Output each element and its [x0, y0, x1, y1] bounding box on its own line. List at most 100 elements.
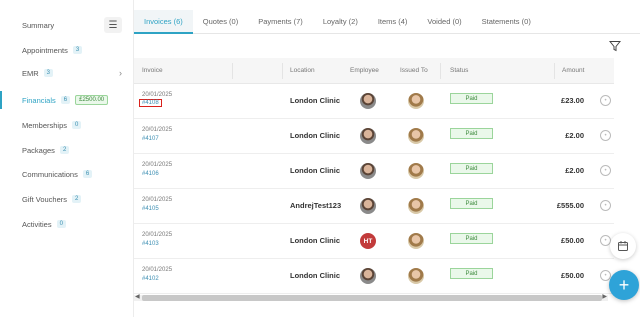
circle-action-icon[interactable]: •	[600, 130, 611, 141]
sidebar-item-activities[interactable]: Activities 0	[0, 215, 134, 233]
sidebar-item-emr[interactable]: EMR 3 ›	[0, 64, 134, 82]
location: London Clinic	[290, 96, 340, 105]
invoice-amount: £50.00	[561, 236, 584, 245]
sidebar-item-label: Communications	[22, 169, 78, 179]
employee-avatar	[360, 163, 376, 179]
hamburger-icon: ☰	[108, 19, 118, 31]
employee-avatar	[360, 128, 376, 144]
invoice-date: 20/01/2025	[142, 232, 173, 238]
invoice-date: 20/01/2025	[142, 267, 173, 273]
employee-avatar	[360, 93, 376, 109]
tab-items[interactable]: Items (4)	[368, 10, 418, 34]
status-badge: Paid	[450, 163, 493, 174]
issued-to-avatar	[408, 93, 424, 109]
invoice-amount: £50.00	[561, 271, 584, 280]
column-header-invoice[interactable]: Invoice	[142, 67, 163, 74]
tab-voided[interactable]: Voided (0)	[417, 10, 471, 34]
column-divider	[282, 63, 283, 79]
tab-statements[interactable]: Statements (0)	[472, 10, 541, 34]
location: London Clinic	[290, 166, 340, 175]
sidebar-item-label: Financials	[22, 95, 56, 105]
status-badge: Paid	[450, 128, 493, 139]
sidebar: Summary ☰ Appointments 3 EMR 3 › Financi…	[0, 0, 134, 317]
column-header-employee[interactable]: Employee	[350, 67, 379, 74]
invoice-date: 20/01/2025	[142, 162, 173, 168]
tab-invoices[interactable]: Invoices (6)	[134, 10, 193, 34]
invoice-amount: £555.00	[556, 201, 584, 210]
sidebar-item-financials[interactable]: Financials 6 £2500.00	[0, 91, 134, 109]
sidebar-item-memberships[interactable]: Memberships 0	[0, 116, 134, 134]
count-badge: 6	[60, 96, 71, 104]
invoice-date: 20/01/2025	[142, 127, 173, 133]
tab-payments[interactable]: Payments (7)	[248, 10, 313, 34]
sidebar-item-label: Summary	[22, 20, 55, 30]
invoice-amount: £23.00	[561, 96, 584, 105]
invoice-number-link[interactable]: #4106	[142, 171, 159, 177]
invoices-table: Invoice Location Employee Issued To Stat…	[134, 58, 614, 295]
location: London Clinic	[290, 236, 340, 245]
status-badge: Paid	[450, 93, 493, 104]
column-divider	[440, 63, 441, 79]
invoice-date: 20/01/2025	[142, 197, 173, 203]
scrollbar-thumb[interactable]	[142, 295, 602, 301]
sidebar-item-label: Memberships	[22, 120, 68, 130]
plus-icon: +	[618, 274, 630, 295]
location: London Clinic	[290, 271, 340, 280]
invoice-number-link[interactable]: #4108	[139, 99, 162, 107]
table-row[interactable]: 20/01/2025 #4105 AndrejTest123 Paid £555…	[134, 189, 614, 224]
invoice-amount: £2.00	[565, 166, 584, 175]
location: AndrejTest123	[290, 201, 342, 210]
tab-quotes[interactable]: Quotes (0)	[193, 10, 248, 34]
issued-to-avatar	[408, 128, 424, 144]
sidebar-item-gift-vouchers[interactable]: Gift Vouchers 2	[0, 190, 134, 208]
invoice-amount: £2.00	[565, 131, 584, 140]
issued-to-avatar	[408, 163, 424, 179]
column-divider	[232, 63, 233, 79]
calendar-button[interactable]	[610, 233, 636, 259]
circle-action-icon[interactable]: •	[600, 200, 611, 211]
table-row[interactable]: 20/01/2025 #4108 London Clinic Paid £23.…	[134, 84, 614, 119]
scroll-left-icon[interactable]: ◀	[135, 293, 140, 300]
status-badge: Paid	[450, 198, 493, 209]
count-badge: 6	[82, 170, 93, 178]
tab-loyalty[interactable]: Loyalty (2)	[313, 10, 368, 34]
sidebar-item-label: Appointments	[22, 45, 68, 55]
table-row[interactable]: 20/01/2025 #4106 London Clinic Paid £2.0…	[134, 154, 614, 189]
sidebar-item-communications[interactable]: Communications 6	[0, 165, 134, 183]
issued-to-avatar	[408, 233, 424, 249]
scroll-right-icon[interactable]: ▶	[602, 293, 607, 300]
sidebar-item-label: EMR	[22, 68, 39, 78]
circle-action-icon[interactable]: •	[600, 165, 611, 176]
sidebar-item-label: Packages	[22, 145, 55, 155]
table-row[interactable]: 20/01/2025 #4107 London Clinic Paid £2.0…	[134, 119, 614, 154]
issued-to-avatar	[408, 268, 424, 284]
employee-avatar: HT	[360, 233, 376, 249]
count-badge: 2	[72, 195, 82, 203]
menu-button[interactable]: ☰	[104, 17, 122, 33]
calendar-icon	[618, 241, 628, 251]
count-badge: 2	[59, 146, 70, 154]
employee-avatar	[360, 198, 376, 214]
column-header-location[interactable]: Location	[290, 67, 315, 74]
issued-to-avatar	[408, 198, 424, 214]
column-header-status[interactable]: Status	[450, 67, 468, 74]
horizontal-scrollbar[interactable]: ◀ ▶	[134, 293, 608, 301]
add-button[interactable]: +	[609, 270, 639, 300]
sidebar-item-packages[interactable]: Packages 2	[0, 141, 134, 159]
invoice-number-link[interactable]: #4107	[142, 136, 159, 142]
column-header-amount[interactable]: Amount	[562, 67, 584, 74]
column-header-issued-to[interactable]: Issued To	[400, 67, 428, 74]
invoice-number-link[interactable]: #4105	[142, 206, 159, 212]
circle-action-icon[interactable]: •	[600, 95, 611, 106]
table-header: Invoice Location Employee Issued To Stat…	[134, 58, 614, 84]
invoice-number-link[interactable]: #4103	[142, 241, 159, 247]
chevron-right-icon[interactable]: ›	[119, 68, 122, 78]
sidebar-item-label: Gift Vouchers	[22, 194, 68, 204]
table-row[interactable]: 20/01/2025 #4102 London Clinic Paid £50.…	[134, 259, 614, 294]
employee-avatar	[360, 268, 376, 284]
balance-badge: £2500.00	[75, 95, 109, 105]
sidebar-item-appointments[interactable]: Appointments 3	[0, 41, 134, 59]
filter-icon[interactable]	[609, 40, 621, 52]
invoice-number-link[interactable]: #4102	[142, 276, 159, 282]
table-row[interactable]: 20/01/2025 #4103 London Clinic HT Paid £…	[134, 224, 614, 259]
